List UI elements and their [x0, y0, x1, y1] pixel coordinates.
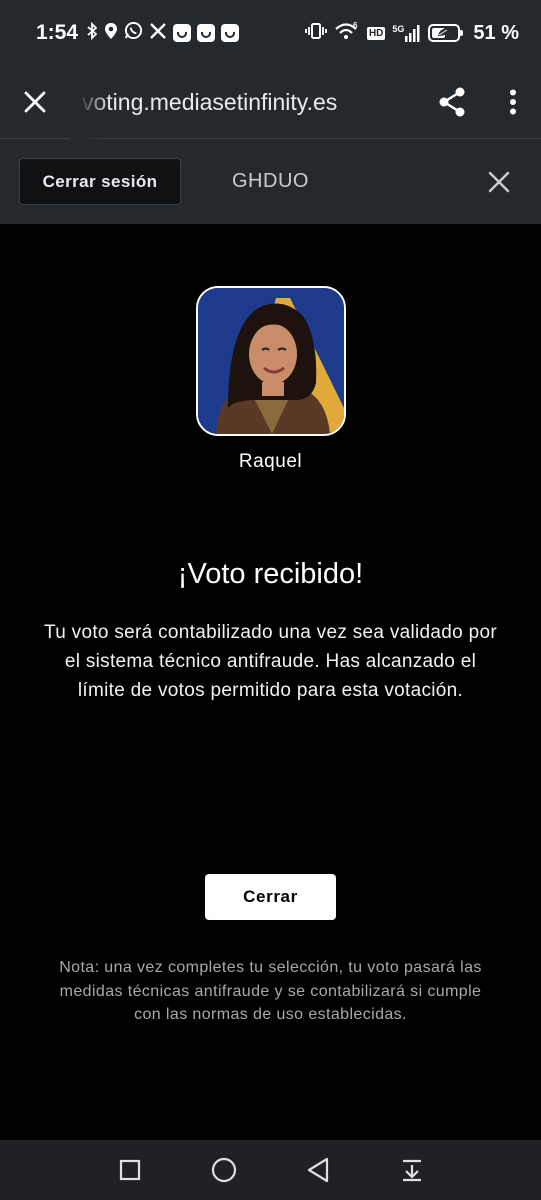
leaf-icon: [437, 27, 451, 40]
app-icon: [221, 24, 240, 42]
close-button[interactable]: Cerrar: [205, 874, 336, 920]
status-icons-left: [86, 21, 240, 45]
close-voting-button[interactable]: [457, 139, 541, 224]
network-type: 5G: [392, 24, 405, 34]
recents-square-icon: [119, 1159, 140, 1181]
location-icon: [104, 22, 118, 45]
confirmation-title: ¡Voto recibido!: [177, 558, 364, 590]
home-button[interactable]: [177, 1140, 271, 1200]
battery-percent: 51 %: [473, 21, 519, 44]
recents-button[interactable]: [83, 1140, 177, 1200]
status-bar: 1:54 6 HD 5G 51 %: [0, 0, 541, 66]
vibrate-icon: [305, 22, 327, 45]
more-options-button[interactable]: [485, 66, 541, 139]
wifi-6-icon: 6: [334, 21, 360, 46]
disclaimer-note: Nota: una vez completes tu selección, tu…: [59, 959, 482, 1023]
show-name: GHDUO: [232, 170, 309, 192]
home-circle-icon: [211, 1157, 236, 1183]
system-nav-bar: [0, 1140, 541, 1200]
notification-pull-down-button[interactable]: [365, 1140, 459, 1200]
x-app-icon: [149, 22, 167, 45]
close-icon: [24, 91, 46, 113]
app-icon: [173, 24, 192, 42]
app-icon: [197, 24, 216, 42]
url-bar[interactable]: voting.mediasetinfinity.es: [70, 65, 419, 139]
share-icon: [439, 87, 465, 117]
candidate-name: Raquel: [238, 451, 303, 472]
confirmation-panel: Raquel ¡Voto recibido! Tu voto será cont…: [0, 224, 541, 1140]
battery-saver-icon: [428, 24, 464, 42]
more-vert-icon: [510, 89, 516, 115]
voting-header: Cerrar sesión GHDUO: [0, 139, 541, 224]
status-time: 1:54: [36, 21, 79, 44]
signal-5g-icon: 5G: [392, 24, 421, 42]
notification-pull-down-icon: [402, 1159, 421, 1182]
status-icons-right: 6 HD 5G 51 %: [305, 21, 519, 46]
logout-button[interactable]: Cerrar sesión: [19, 158, 181, 205]
back-triangle-icon: [307, 1157, 328, 1183]
candidate-avatar: [196, 286, 346, 436]
browser-toolbar: voting.mediasetinfinity.es: [0, 65, 541, 139]
share-button[interactable]: [419, 66, 485, 139]
close-tab-button[interactable]: [0, 66, 70, 139]
close-icon: [488, 171, 510, 192]
whatsapp-icon: [124, 21, 143, 45]
confirmation-message: Tu voto será contabilizado una vez sea v…: [44, 622, 497, 701]
hd-icon: HD: [366, 26, 386, 40]
url-text: voting.mediasetinfinity.es: [82, 88, 338, 115]
bluetooth-icon: [86, 21, 98, 44]
back-button[interactable]: [271, 1140, 365, 1200]
svg-text:6: 6: [353, 21, 358, 30]
